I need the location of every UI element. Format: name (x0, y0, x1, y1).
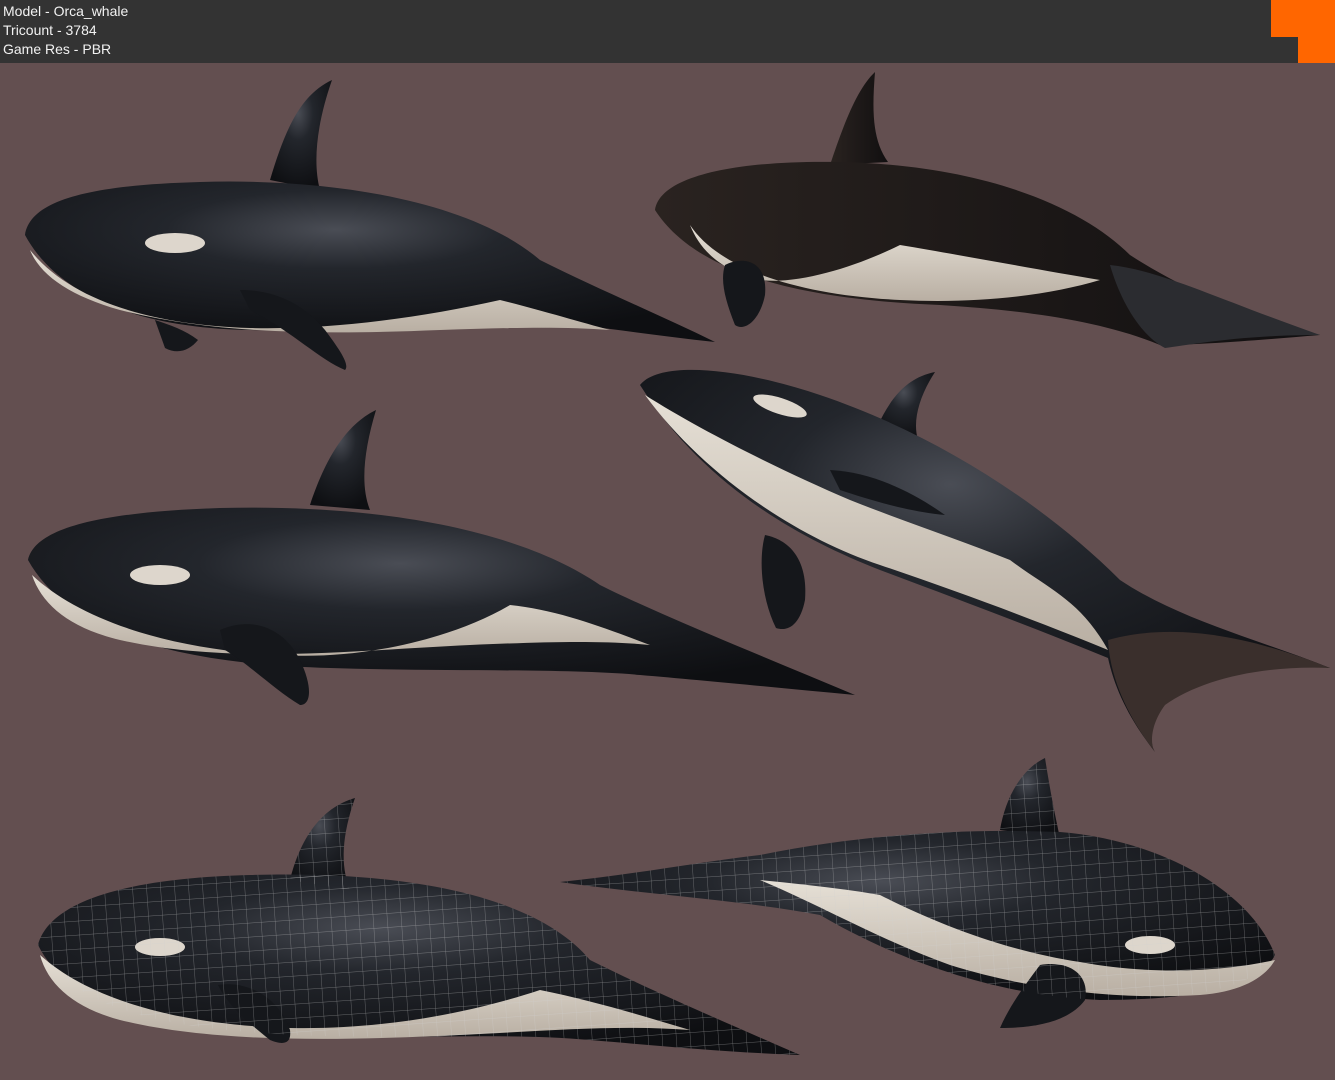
orca-view-6 (560, 758, 1275, 1028)
orange-logo-icon (1271, 0, 1335, 63)
model-name: Model - Orca_whale (3, 3, 129, 19)
game-res: Game Res - PBR (3, 41, 112, 57)
orca-view-5 (38, 798, 800, 1055)
orca-showcase (25, 72, 1330, 1055)
orca-view-2 (655, 72, 1320, 348)
tricount: Tricount - 3784 (3, 22, 97, 38)
orca-view-1 (25, 80, 715, 370)
model-info: Model - Orca_whale Tricount - 3784 Game … (3, 2, 128, 59)
top-info-bar: Model - Orca_whale Tricount - 3784 Game … (0, 0, 1335, 63)
orca-view-4 (640, 369, 1330, 752)
